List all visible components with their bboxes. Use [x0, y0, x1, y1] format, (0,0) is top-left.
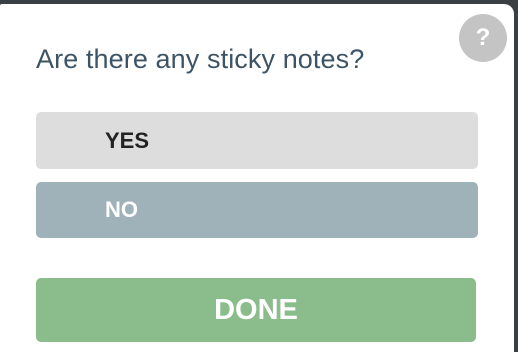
done-button[interactable]: DONE [36, 278, 476, 342]
yes-option-button[interactable]: YES [36, 112, 478, 169]
question-prompt: Are there any sticky notes? [36, 44, 365, 74]
question-dialog: ? Are there any sticky notes? YES NO DON… [0, 4, 514, 352]
no-option-label: NO [105, 197, 138, 222]
no-option-button[interactable]: NO [36, 182, 478, 238]
yes-option-label: YES [105, 128, 150, 153]
help-question-icon[interactable]: ? [459, 14, 507, 62]
